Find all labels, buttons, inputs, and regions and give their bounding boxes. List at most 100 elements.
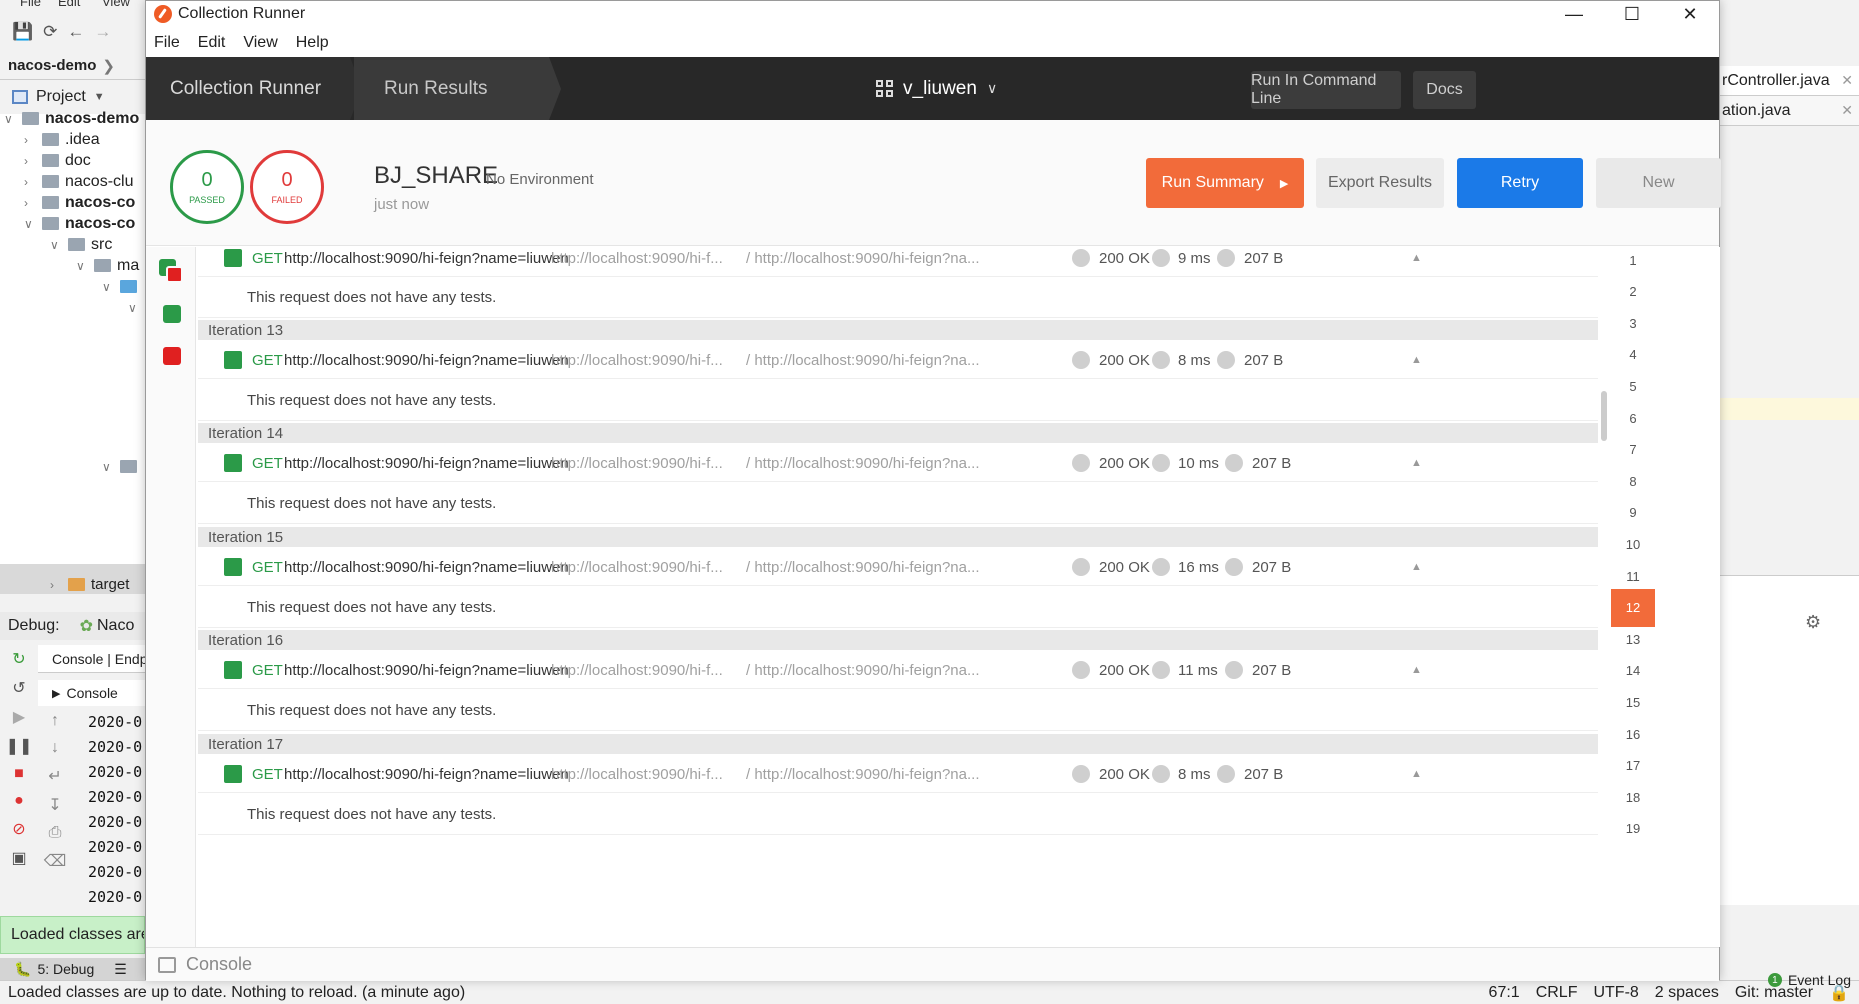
run-summary-button[interactable]: Run Summary ▶: [1146, 158, 1304, 208]
status-encoding[interactable]: UTF-8: [1593, 984, 1638, 1002]
request-url: http://localhost:9090/hi-feign?name=liuw…: [284, 351, 569, 369]
bug-icon: 🐛: [14, 960, 32, 977]
tab-collection-runner[interactable]: Collection Runner: [146, 57, 362, 120]
folder-icon: [120, 460, 137, 473]
response-status: 200 OK: [1099, 765, 1150, 783]
event-count-icon: 1: [1767, 973, 1782, 987]
filter-passed-icon[interactable]: [163, 305, 181, 323]
ide-menu-view[interactable]: View: [102, 0, 130, 9]
list-icon[interactable]: ☰: [114, 961, 127, 978]
debug-config-tab[interactable]: ✿ Naco: [80, 616, 135, 636]
tree-item-label: target: [91, 576, 130, 593]
back-icon[interactable]: ←: [67, 22, 84, 42]
debug-tool-window-button[interactable]: 🐛 5: Debug ☰: [0, 958, 145, 980]
chevron-right-icon: ›: [50, 577, 54, 592]
response-status: 200 OK: [1099, 249, 1150, 267]
workspace-selector[interactable]: v_liuwen ∨: [876, 57, 997, 120]
request-row[interactable]: GET http://localhost:9090/hi-feign?name=…: [198, 755, 1598, 793]
print-icon[interactable]: ⎙: [49, 824, 62, 842]
new-button[interactable]: New: [1596, 158, 1721, 208]
scroll-to-end-icon[interactable]: ↧: [48, 795, 61, 815]
save-icon[interactable]: 💾: [12, 22, 33, 42]
trash-icon[interactable]: ⌫: [44, 851, 67, 871]
ide-menu-edit[interactable]: Edit: [58, 0, 80, 9]
tree-item-target[interactable]: › target: [50, 572, 129, 597]
filter-all-icon[interactable]: [159, 259, 185, 285]
request-row[interactable]: GET http://localhost:9090/hi-feign?name=…: [198, 651, 1598, 689]
request-row[interactable]: GET http://localhost:9090/hi-feign?name=…: [198, 444, 1598, 482]
collapse-caret-icon[interactable]: ▲: [1411, 651, 1422, 689]
close-icon[interactable]: ✕: [1841, 72, 1853, 89]
status-position[interactable]: 67:1: [1489, 984, 1520, 1002]
results-scrollbar[interactable]: [1601, 251, 1607, 941]
iteration-number-19[interactable]: 19: [1611, 810, 1655, 848]
collapse-caret-icon[interactable]: ▲: [1411, 247, 1422, 277]
camera-icon[interactable]: ▣: [11, 848, 26, 868]
rerun-icon[interactable]: ↻: [12, 649, 25, 669]
menu-edit[interactable]: Edit: [198, 34, 226, 52]
gear-icon[interactable]: ⚙: [1805, 612, 1821, 633]
request-url: http://localhost:9090/hi-feign?name=liuw…: [284, 661, 569, 679]
time-dot: [1152, 454, 1170, 472]
collapse-caret-icon[interactable]: ▲: [1411, 444, 1422, 482]
console-label: Console: [186, 954, 253, 974]
scroll-down-icon[interactable]: ↓: [51, 739, 59, 757]
response-size: 207 B: [1244, 351, 1284, 369]
editor-tab-controller[interactable]: rController.java ✕: [1720, 66, 1859, 96]
minimize-icon[interactable]: —: [1545, 1, 1603, 27]
request-row[interactable]: GET http://localhost:9090/hi-feign?name=…: [198, 247, 1598, 277]
run-in-command-line-button[interactable]: Run In Command Line: [1251, 71, 1401, 109]
close-icon[interactable]: ✕: [1841, 102, 1853, 119]
filter-failed-icon[interactable]: [163, 347, 181, 365]
request-url-path: / http://localhost:9090/hi-feign?na...: [746, 558, 980, 576]
request-row[interactable]: GET http://localhost:9090/hi-feign?name=…: [198, 341, 1598, 379]
debug-tabs[interactable]: Console | Endp: [38, 645, 145, 673]
console-line: 2020-0: [88, 713, 143, 731]
tab-run-results[interactable]: Run Results: [354, 57, 561, 120]
collapse-caret-icon[interactable]: ▲: [1411, 755, 1422, 793]
status-line-ending[interactable]: CRLF: [1536, 984, 1578, 1002]
resume-icon[interactable]: ▶: [13, 707, 25, 727]
tree-item-label: doc: [65, 151, 91, 169]
reload-toast[interactable]: Loaded classes are: [0, 916, 145, 954]
passed-counter: 0 PASSED: [170, 150, 244, 224]
ide-toolbar: 💾 ⟳ ← →: [0, 14, 145, 50]
console-bar[interactable]: Console: [146, 947, 1719, 981]
forward-icon[interactable]: →: [94, 22, 111, 42]
refresh-icon[interactable]: ↺: [12, 678, 25, 698]
breakpoints-icon[interactable]: ●: [14, 792, 24, 810]
close-icon[interactable]: ✕: [1661, 1, 1719, 27]
debug-tabs-label[interactable]: Console | Endp: [52, 651, 145, 667]
scrollbar-thumb[interactable]: [1601, 391, 1607, 441]
editor-tab-application[interactable]: ation.java ✕: [1720, 96, 1859, 126]
status-indent[interactable]: 2 spaces: [1655, 984, 1719, 1002]
soft-wrap-icon[interactable]: ↵: [48, 766, 61, 786]
ide-console-tab[interactable]: ▶ Console: [38, 680, 145, 706]
menu-help[interactable]: Help: [296, 34, 329, 52]
mute-breakpoints-icon[interactable]: ⊘: [12, 819, 25, 839]
collapse-caret-icon[interactable]: ▲: [1411, 341, 1422, 379]
maximize-icon[interactable]: ☐: [1603, 1, 1661, 27]
request-row[interactable]: GET http://localhost:9090/hi-feign?name=…: [198, 548, 1598, 586]
tree-item-label: nacos-clu: [65, 172, 134, 190]
scroll-up-icon[interactable]: ↑: [51, 712, 59, 730]
ide-breadcrumb[interactable]: nacos-demo ❯: [0, 52, 145, 80]
tree-item-sub[interactable]: ∨: [128, 295, 140, 320]
retry-button[interactable]: Retry: [1457, 158, 1583, 208]
docs-button[interactable]: Docs: [1413, 71, 1476, 109]
chevron-down-icon: ∨: [24, 216, 33, 231]
export-results-button[interactable]: Export Results: [1316, 158, 1444, 208]
sync-icon[interactable]: ⟳: [43, 22, 57, 42]
postman-logo-icon: [154, 5, 172, 23]
breadcrumb-project[interactable]: nacos-demo: [8, 57, 96, 74]
event-log-button[interactable]: 1 Event Log: [1767, 958, 1851, 1002]
chevron-right-icon: ›: [24, 174, 28, 189]
stop-icon[interactable]: ■: [14, 765, 24, 783]
menu-view[interactable]: View: [243, 34, 277, 52]
tree-item-resources[interactable]: ∨: [102, 454, 137, 479]
pause-icon[interactable]: ❚❚: [6, 736, 33, 756]
status-message[interactable]: Loaded classes are up to date. Nothing t…: [8, 984, 465, 1002]
menu-file[interactable]: File: [154, 34, 180, 52]
ide-menu-file[interactable]: File: [20, 0, 41, 9]
collapse-caret-icon[interactable]: ▲: [1411, 548, 1422, 586]
